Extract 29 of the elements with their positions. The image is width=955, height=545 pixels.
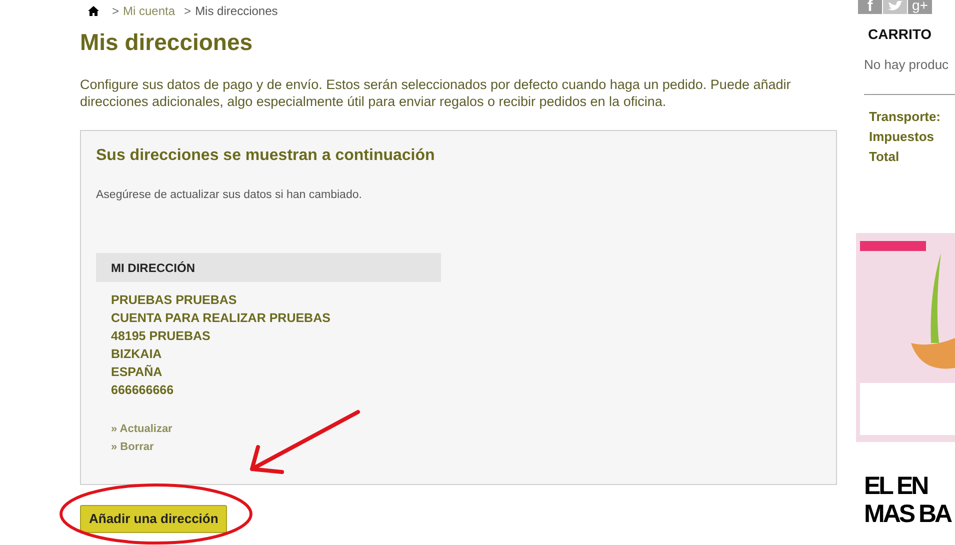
breadcrumb-separator: > bbox=[112, 3, 120, 20]
cart-title: CARRITO bbox=[868, 25, 933, 44]
page-title: Mis direcciones bbox=[80, 28, 254, 56]
address-line: 48195 PRUEBAS bbox=[111, 328, 212, 346]
address-title: MI DIRECCIÓN bbox=[111, 260, 195, 277]
banner-headline: MAS BA bbox=[864, 500, 951, 528]
cart-empty-text: No hay produc bbox=[864, 56, 950, 74]
bird-icon bbox=[887, 1, 903, 12]
add-address-button[interactable]: Añadir una dirección bbox=[80, 505, 228, 533]
banner-tag bbox=[860, 240, 926, 250]
address-action-link[interactable]: » Actualizar bbox=[111, 421, 172, 438]
address-action-link[interactable]: » Borrar bbox=[111, 439, 154, 456]
breadcrumb-separator: > bbox=[184, 3, 192, 20]
breadcrumb-link[interactable]: Mi cuenta bbox=[123, 2, 176, 20]
google-plus-button[interactable]: g+ bbox=[908, 0, 932, 14]
address-line: ESPAÑA bbox=[111, 364, 164, 382]
banner-headline: EL EN bbox=[864, 472, 928, 500]
cart-total-label: Total bbox=[869, 148, 900, 166]
cart-total-label: Transporte: bbox=[869, 108, 942, 126]
home-icon[interactable] bbox=[88, 6, 99, 16]
address-line: 666666666 bbox=[111, 382, 175, 400]
cart-total-label: Impuestos bbox=[869, 128, 936, 146]
address-line: CUENTA PARA REALIZAR PRUEBAS bbox=[111, 310, 332, 328]
panel-note: Asegúrese de actualizar sus datos si han cambiado. bbox=[96, 188, 363, 203]
address-line: BIZKAIA bbox=[111, 346, 163, 364]
address-line: PRUEBAS PRUEBAS bbox=[111, 292, 238, 310]
panel-heading: Sus direcciones se muestran a continuación bbox=[96, 146, 436, 166]
breadcrumb-current: Mis direcciones bbox=[195, 3, 278, 20]
intro-text: Configure sus datos de pago y de envío. Estos serán seleccionados por defecto cuando haga un pedido. Puede añadir direcciones adicionales, algo especialmente útil para enviar regalos o recibir pedidos en la oficina. bbox=[80, 76, 792, 110]
